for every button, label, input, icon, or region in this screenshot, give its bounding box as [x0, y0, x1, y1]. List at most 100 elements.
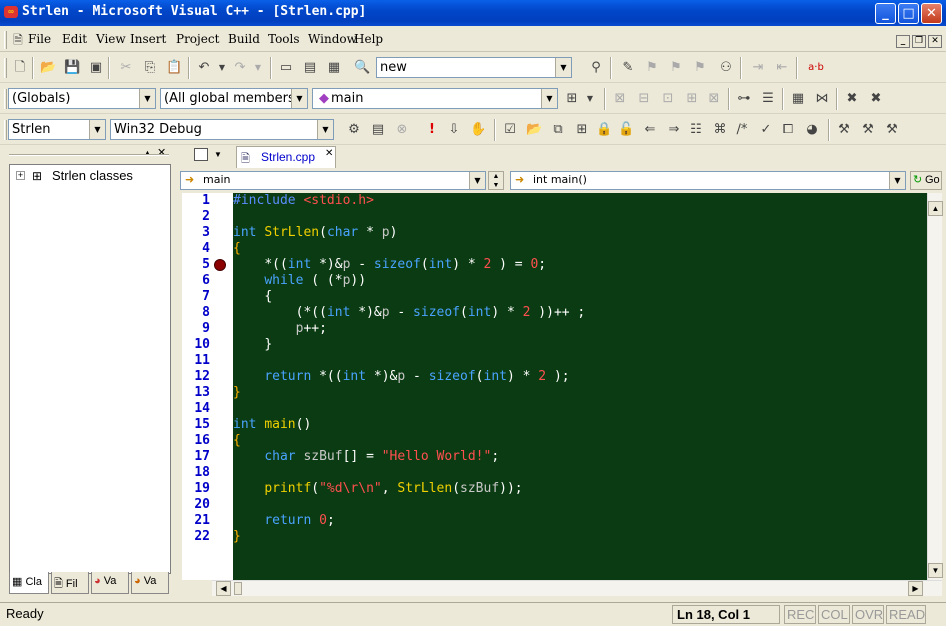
scroll-right-icon[interactable]: ▶	[908, 581, 923, 596]
paint-icon[interactable]: ◕	[804, 122, 820, 138]
tab-other-view[interactable]: ◕ Va	[131, 572, 169, 594]
find-icon[interactable]: ⚲	[588, 60, 604, 76]
cut-icon[interactable]: ✂	[118, 60, 134, 76]
maximize-button[interactable]: □	[898, 3, 919, 24]
workspace-icon[interactable]: ▭	[278, 60, 294, 76]
scope-combo[interactable]: ➜ main ▼	[180, 171, 486, 190]
tool-icon[interactable]: ✖	[844, 91, 860, 107]
function-combo[interactable]: ◆ main ▼	[312, 88, 558, 109]
ab-icon[interactable]: a·b	[804, 60, 828, 76]
new-file-icon[interactable]: 🗋	[12, 60, 28, 76]
toolbar-grip[interactable]	[4, 89, 7, 109]
lock-icon[interactable]: 🔒	[596, 122, 612, 138]
dialog-icon[interactable]: ⊡	[660, 91, 676, 107]
bookmark-icon[interactable]: ⚑	[644, 60, 660, 76]
stop-build-icon[interactable]: ⊗	[394, 122, 410, 138]
outdent-icon[interactable]: ⇤	[774, 60, 790, 76]
tag-icon[interactable]: ⌘	[712, 122, 728, 138]
forward-icon[interactable]: ⇒	[666, 122, 682, 138]
close-button[interactable]: ✕	[921, 3, 942, 24]
func-combo[interactable]: ➜ int main() ▼	[510, 171, 906, 190]
hammer-icon[interactable]: ⚒	[836, 122, 852, 138]
mdi-close-button[interactable]: ✕	[928, 35, 942, 48]
find-combo[interactable]: new ▼	[376, 57, 572, 78]
toolbar-grip[interactable]	[4, 120, 7, 140]
compile-icon[interactable]: ⚙	[346, 122, 362, 138]
hammer2-icon[interactable]: ⚒	[860, 122, 876, 138]
scroll-up-icon[interactable]: ▲	[928, 201, 943, 216]
minimize-button[interactable]: _	[875, 3, 896, 24]
vc-icon[interactable]: ∞	[4, 6, 18, 18]
tool2-icon[interactable]: ✖	[868, 91, 884, 107]
hand-icon[interactable]: ✋	[470, 122, 486, 138]
spellcheck-icon[interactable]: ✓	[758, 122, 774, 138]
code-icon[interactable]: ⧠	[780, 122, 796, 138]
chevron-down-icon[interactable]: ▼	[317, 120, 333, 139]
chevron-down-icon[interactable]: ▼	[291, 89, 307, 108]
history-icon[interactable]: ⧉	[550, 122, 566, 138]
redo-icon[interactable]: ↷	[232, 60, 248, 76]
save-all-icon[interactable]: ▣	[88, 60, 104, 76]
list-icon[interactable]: ☷	[688, 122, 704, 138]
scope-spinner[interactable]: ▲ ▼	[488, 171, 504, 190]
tree-root-label[interactable]: Strlen classes	[52, 168, 133, 183]
graph-icon[interactable]: ⊶	[736, 91, 752, 107]
wizard-dropdown-icon[interactable]: ▼	[582, 91, 598, 107]
scroll-left-icon[interactable]: ◀	[216, 581, 231, 596]
menu-insert[interactable]: Insert	[130, 32, 166, 46]
unlock-icon[interactable]: 🔓	[618, 122, 634, 138]
open-folder-icon[interactable]: 📂	[40, 60, 56, 76]
next-bookmark-icon[interactable]: ⚑	[668, 60, 684, 76]
diff-icon[interactable]: ⊞	[574, 122, 590, 138]
highlight-icon[interactable]: ✎	[620, 60, 636, 76]
vertical-scrollbar[interactable]: ▲ ▼	[927, 193, 943, 580]
checkout-icon[interactable]: 📂	[526, 122, 542, 138]
indent-icon[interactable]: ⇥	[750, 60, 766, 76]
prev-bookmark-icon[interactable]: ⚑	[692, 60, 708, 76]
project-combo[interactable]: Strlen ▼	[8, 119, 106, 140]
chevron-down-icon[interactable]: ▼	[139, 89, 155, 108]
output-icon[interactable]: ▤	[302, 60, 318, 76]
align-icon[interactable]: ☰	[760, 91, 776, 107]
tree-icon[interactable]: ⋈	[814, 91, 830, 107]
back-icon[interactable]: ⇐	[642, 122, 658, 138]
mdi-restore-button[interactable]: ❐	[912, 35, 926, 48]
menu-tools[interactable]: Tools	[268, 32, 300, 46]
code-editor[interactable]: #include <stdio.h> int StrLlen(char * p)…	[233, 193, 927, 580]
panel-restore-icon[interactable]: ▲	[143, 148, 152, 158]
wizard-action-icon[interactable]: ⊞	[564, 91, 580, 107]
save-icon[interactable]: 💾	[64, 60, 80, 76]
menu-project[interactable]: Project	[176, 32, 219, 46]
hammer3-icon[interactable]: ⚒	[884, 122, 900, 138]
copy-icon[interactable]: ⎘	[142, 60, 158, 76]
window-icon[interactable]	[194, 148, 208, 161]
build-icon[interactable]: ▤	[370, 122, 386, 138]
find-in-files-icon[interactable]: 🔍	[354, 60, 370, 76]
undo-dropdown-icon[interactable]: ▼	[214, 60, 230, 76]
tab-resource-view[interactable]: ◕ Va	[91, 572, 129, 594]
execute-icon[interactable]: !	[424, 122, 440, 138]
class-icon[interactable]: ⊠	[612, 91, 628, 107]
chevron-down-icon[interactable]: ▼	[541, 89, 557, 108]
menu-help[interactable]: Help	[354, 32, 383, 46]
tab-close-icon[interactable]: ✕	[325, 148, 333, 159]
tab-class-view[interactable]: ▦ Cla	[9, 572, 49, 594]
menu-view[interactable]: View	[96, 32, 126, 46]
redo-dropdown-icon[interactable]: ▼	[250, 60, 266, 76]
document-icon[interactable]: 🗎	[10, 32, 26, 48]
config-combo[interactable]: Win32 Debug ▼	[110, 119, 334, 140]
layout-icon[interactable]: ▦	[790, 91, 806, 107]
members-combo[interactable]: (All global members ▼	[160, 88, 308, 109]
paste-icon[interactable]: 📋	[166, 60, 182, 76]
scroll-thumb[interactable]	[234, 582, 242, 595]
window-list-icon[interactable]: ▦	[326, 60, 342, 76]
chevron-down-icon[interactable]: ▼	[555, 58, 571, 77]
globals-combo[interactable]: (Globals) ▼	[8, 88, 156, 109]
tab-strlen-cpp[interactable]: 🗎 Strlen.cpp ✕	[236, 146, 336, 168]
resource-icon[interactable]: ⊟	[636, 91, 652, 107]
toolbar-grip[interactable]	[4, 58, 7, 78]
comment-icon[interactable]: ∕*	[734, 122, 750, 138]
panel-grip[interactable]	[9, 154, 169, 156]
mdi-minimize-button[interactable]: _	[896, 35, 910, 48]
expand-icon[interactable]: +	[16, 171, 25, 180]
